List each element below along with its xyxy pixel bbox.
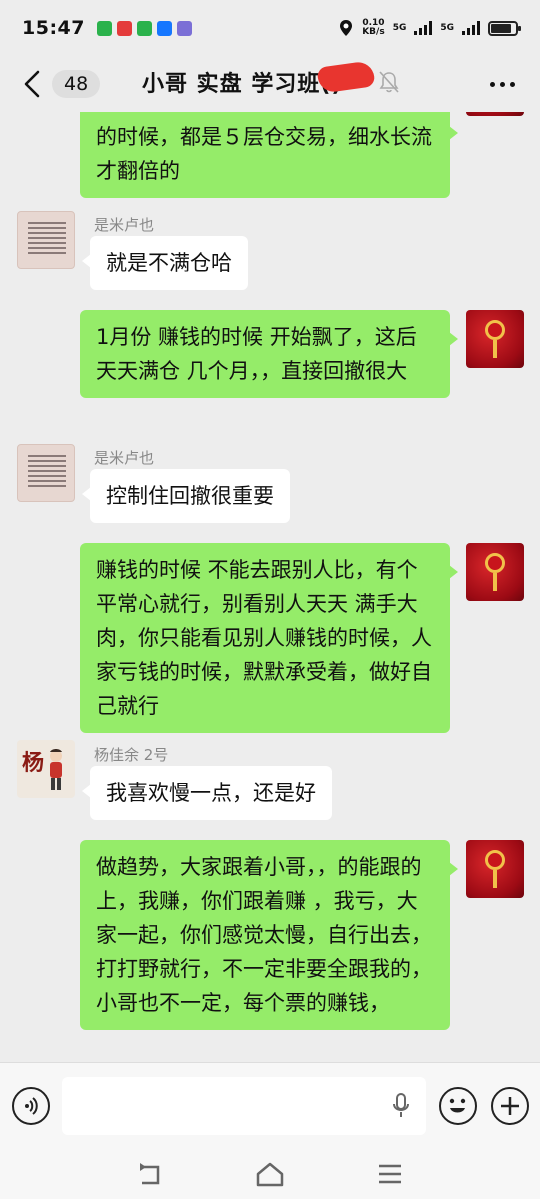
battery-fill xyxy=(491,23,512,33)
avatar-self[interactable] xyxy=(466,840,524,898)
message-bubble-self[interactable]: 1月份 赚钱的时候 开始飘了，这后天天满仓 几个月，，直接回撤很大 xyxy=(80,310,458,398)
chat-header: 48 小哥 实盘 学习班() xyxy=(0,56,540,112)
knot-tassel xyxy=(493,870,497,888)
nav-menu-button[interactable] xyxy=(374,1158,406,1190)
app-notification-icon xyxy=(96,20,112,36)
avatar-yangjiayu[interactable]: 杨 xyxy=(17,740,75,798)
unread-count-badge[interactable]: 48 xyxy=(52,70,101,98)
sender-name: 杨佳余 2号 xyxy=(94,746,169,764)
avatar-self[interactable] xyxy=(466,310,524,368)
app-notification-icon xyxy=(116,20,132,36)
message-bubble-other[interactable]: 就是不满仓哈 xyxy=(82,236,248,290)
status-bar: 15:47 0.10 KB/s 5G 5G xyxy=(0,0,540,56)
back-button[interactable] xyxy=(12,64,52,104)
knot-tassel xyxy=(493,573,497,591)
message-bubble-self[interactable]: 赚钱的时候 不能去跟别人比，有个平常心就行，别看别人天天 满手大肉，你只能看见别… xyxy=(80,543,458,733)
chat-title[interactable]: 小哥 实盘 学习班() xyxy=(142,66,342,98)
mute-bell-icon xyxy=(379,71,399,93)
wechat-notification-icon xyxy=(136,20,152,36)
message-list[interactable]: 的时候，都是５层仓交易，细水长流 才翻倍的 是米卢也 就是不满仓哈 1月份 赚钱… xyxy=(0,112,540,1062)
knot-tassel xyxy=(493,340,497,358)
dot xyxy=(489,81,495,87)
chat-title-text: 小哥 实盘 学习班( xyxy=(142,72,332,97)
app-notification-icon xyxy=(176,20,192,36)
chevron-left-icon xyxy=(24,70,40,98)
emoji-button[interactable] xyxy=(439,1087,477,1125)
knot-ornament-icon xyxy=(485,850,505,870)
avatar-self[interactable] xyxy=(466,112,524,116)
alipay-notification-icon xyxy=(156,20,172,36)
plus-icon xyxy=(501,1097,519,1115)
message-text: 就是不满仓哈 xyxy=(106,251,232,275)
speed-unit: KB/s xyxy=(362,27,385,37)
message-input[interactable] xyxy=(62,1077,426,1135)
battery-icon xyxy=(488,20,521,36)
message-bubble-self[interactable]: 的时候，都是５层仓交易，细水长流 才翻倍的 xyxy=(80,112,458,198)
sender-name: 是米卢也 xyxy=(94,449,155,467)
sender-name: 是米卢也 xyxy=(94,216,155,234)
voice-input-button[interactable] xyxy=(12,1087,50,1125)
avatar-shimiluye[interactable] xyxy=(17,444,75,502)
dot xyxy=(499,81,505,87)
message-text: 的时候，都是５层仓交易，细水长流 才翻倍的 xyxy=(96,125,432,183)
voice-icon xyxy=(25,1097,38,1115)
message-bubble-self[interactable]: 做趋势，大家跟着小哥，，的能跟的上，我赚，你们跟着赚 ，我亏，大家一起，你们感觉… xyxy=(80,840,458,1030)
message-text: 控制住回撤很重要 xyxy=(106,484,274,508)
avatar-shimiluye[interactable] xyxy=(17,211,75,269)
menu-icon xyxy=(379,1164,401,1184)
system-nav-bar xyxy=(0,1152,540,1199)
nav-back-icon xyxy=(140,1163,160,1185)
message-text: 赚钱的时候 不能去跟别人比，有个平常心就行，别看别人天天 满手大肉，你只能看见别… xyxy=(96,558,432,718)
status-right: 0.10 KB/s 5G 5G xyxy=(338,19,521,37)
message-bubble-other[interactable]: 控制住回撤很重要 xyxy=(82,469,290,523)
more-options-button[interactable] xyxy=(484,70,520,98)
input-bar xyxy=(0,1062,540,1152)
message-bubble-other[interactable]: 我喜欢慢一点，还是好 xyxy=(82,766,332,820)
status-time: 15:47 xyxy=(22,17,85,39)
quote-image-icon xyxy=(28,222,66,257)
message-text: 做趋势，大家跟着小哥，，的能跟的上，我赚，你们跟着赚 ，我亏，大家一起，你们感觉… xyxy=(96,855,432,1015)
more-actions-button[interactable] xyxy=(491,1087,529,1125)
nav-back-button[interactable] xyxy=(134,1158,166,1190)
quote-image-icon xyxy=(28,455,66,490)
dot xyxy=(509,81,515,87)
signal-icon xyxy=(414,21,433,35)
knot-ornament-icon xyxy=(485,320,505,340)
location-icon xyxy=(340,20,353,36)
network-speed: 0.10 KB/s xyxy=(362,19,384,37)
nav-home-button[interactable] xyxy=(254,1158,286,1190)
message-text: 1月份 赚钱的时候 开始飘了，这后天天满仓 几个月，，直接回撤很大 xyxy=(96,325,417,383)
network-type-1: 5G xyxy=(392,23,407,33)
status-app-icons xyxy=(96,20,192,36)
avatar-character: 杨 xyxy=(22,750,45,776)
home-icon xyxy=(256,1162,284,1187)
message-text: 我喜欢慢一点，还是好 xyxy=(106,781,316,805)
knot-ornament-icon xyxy=(485,553,505,573)
avatar-self[interactable] xyxy=(466,543,524,601)
network-type-2: 5G xyxy=(440,23,454,33)
smiley-icon xyxy=(449,1098,466,1113)
microphone-icon[interactable] xyxy=(392,1093,410,1119)
signal-icon xyxy=(462,21,480,35)
child-figure-icon xyxy=(50,749,62,790)
